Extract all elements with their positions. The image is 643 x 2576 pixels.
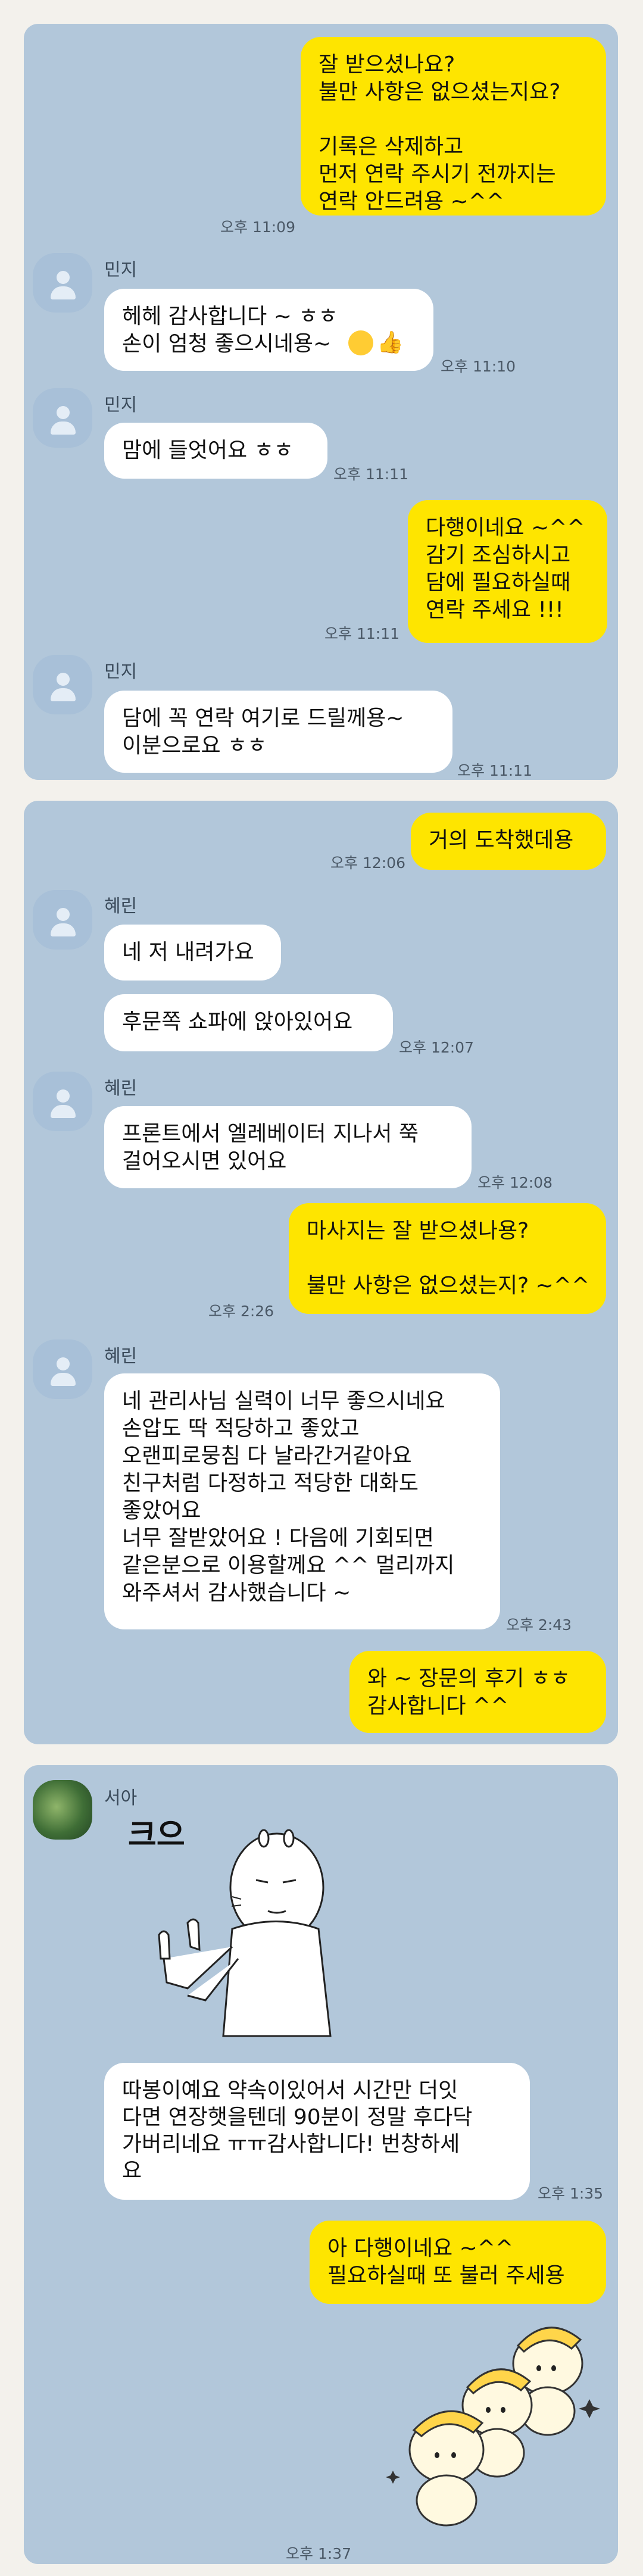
sender-avatar[interactable] — [33, 890, 92, 950]
default-avatar-icon — [57, 908, 70, 921]
character-drawing — [158, 1829, 332, 2037]
message-bubble-incoming[interactable]: 맘에 들엇어요 ㅎㅎ — [104, 423, 327, 479]
thumbs-up-character-sticker[interactable]: 크으 — [104, 1810, 384, 2054]
message-time: 오후 2:43 — [506, 1616, 572, 1634]
message-time: 오후 12:07 — [399, 1039, 474, 1056]
message-bubble-incoming[interactable]: 후문쪽 쇼파에 앉아있어요 — [104, 994, 393, 1051]
message-bubble-outgoing[interactable]: 다행이네요 ~^^ 감기 조심하시고 담에 필요하실때 연락 주세요 !!! — [408, 500, 607, 643]
message-bubble-outgoing[interactable]: 와 ~ 장문의 후기 ㅎㅎ 감사합니다 ^^ — [349, 1651, 606, 1733]
message-bubble-outgoing[interactable]: 마사지는 잘 받으셨나용? 불만 사항은 없으셨는지? ~^^ — [289, 1203, 606, 1314]
dancing-bunnies-sticker[interactable] — [375, 2316, 607, 2530]
default-avatar-icon — [57, 271, 70, 284]
message-time: 오후 1:37 — [286, 2545, 352, 2562]
sender-name: 혜린 — [104, 1078, 138, 1099]
message-bubble-incoming[interactable]: 네 저 내려가요 — [104, 925, 281, 981]
sender-avatar[interactable] — [33, 388, 92, 448]
sender-name: 혜린 — [104, 1346, 138, 1367]
message-bubble-incoming[interactable]: 프론트에서 엘레베이터 지나서 쭉 걸어오시면 있어요 — [104, 1106, 472, 1188]
sender-name: 민지 — [104, 260, 138, 280]
sender-avatar[interactable] — [33, 655, 92, 714]
default-avatar-icon — [57, 406, 70, 419]
default-avatar-icon — [57, 1357, 70, 1370]
chat-panel-3: 서아 크으 따봉이예요 약속이있어서 시간만 더잇 다면 연장햇을텐데 90분이… — [24, 1765, 618, 2564]
message-time: 오후 2:26 — [208, 1303, 274, 1320]
bunnies-drawing — [386, 2327, 600, 2527]
message-time: 오후 11:11 — [333, 466, 408, 483]
message-time: 오후 11:11 — [324, 625, 399, 642]
sender-name: 혜린 — [104, 896, 138, 917]
thumbs-up-icon: 👍 — [377, 330, 404, 355]
sender-name: 서아 — [104, 1788, 138, 1809]
sender-avatar[interactable] — [33, 253, 92, 313]
sender-avatar[interactable] — [33, 1339, 92, 1399]
message-bubble-outgoing[interactable]: 잘 받으셨나요? 불만 사항은 없으셨는지요? 기록은 삭제하고 먼저 연락 주… — [301, 37, 606, 216]
message-time: 오후 12:08 — [477, 1174, 553, 1191]
message-bubble-incoming[interactable]: 네 관리사님 실력이 너무 좋으시네요 손압도 딱 적당하고 좋았고 오랜피로뭉… — [104, 1373, 500, 1629]
message-time: 오후 11:10 — [441, 358, 516, 375]
message-bubble-outgoing[interactable]: 아 다행이네요 ~^^ 필요하실때 또 불러 주세용 — [310, 2221, 606, 2304]
message-time: 오후 12:06 — [330, 854, 405, 872]
profile-photo-avatar[interactable] — [33, 1780, 92, 1840]
sender-name: 민지 — [104, 661, 138, 682]
chat-panel-1: 잘 받으셨나요? 불만 사항은 없으셨는지요? 기록은 삭제하고 먼저 연락 주… — [24, 24, 618, 780]
message-bubble-incoming[interactable]: 헤헤 감사합니다 ~ ㅎㅎ 손이 엄청 좋으시네용~ 👍 — [104, 289, 433, 371]
message-time: 오후 1:35 — [538, 2185, 604, 2202]
default-avatar-icon — [57, 673, 70, 686]
chat-panel-2: 거의 도착했데용 오후 12:06 혜린 네 저 내려가요 후문쪽 쇼파에 앉아… — [24, 801, 618, 1744]
message-bubble-incoming[interactable]: 담에 꼭 연락 여기로 드릴께용~ 이분으로요 ㅎㅎ — [104, 691, 452, 773]
message-time: 오후 11:11 — [457, 762, 532, 779]
message-bubble-incoming[interactable]: 따봉이예요 약속이있어서 시간만 더잇 다면 연장햇을텐데 90분이 정말 후다… — [104, 2063, 530, 2200]
message-bubble-outgoing[interactable]: 거의 도착했데용 — [411, 813, 606, 870]
message-time: 오후 11:09 — [220, 218, 295, 236]
winking-emoji-icon — [348, 330, 373, 355]
sender-avatar[interactable] — [33, 1072, 92, 1131]
message-text: 헤헤 감사합니다 ~ ㅎㅎ 손이 엄청 좋으시네용~ — [122, 304, 338, 356]
sender-name: 민지 — [104, 395, 138, 416]
default-avatar-icon — [57, 1089, 70, 1103]
